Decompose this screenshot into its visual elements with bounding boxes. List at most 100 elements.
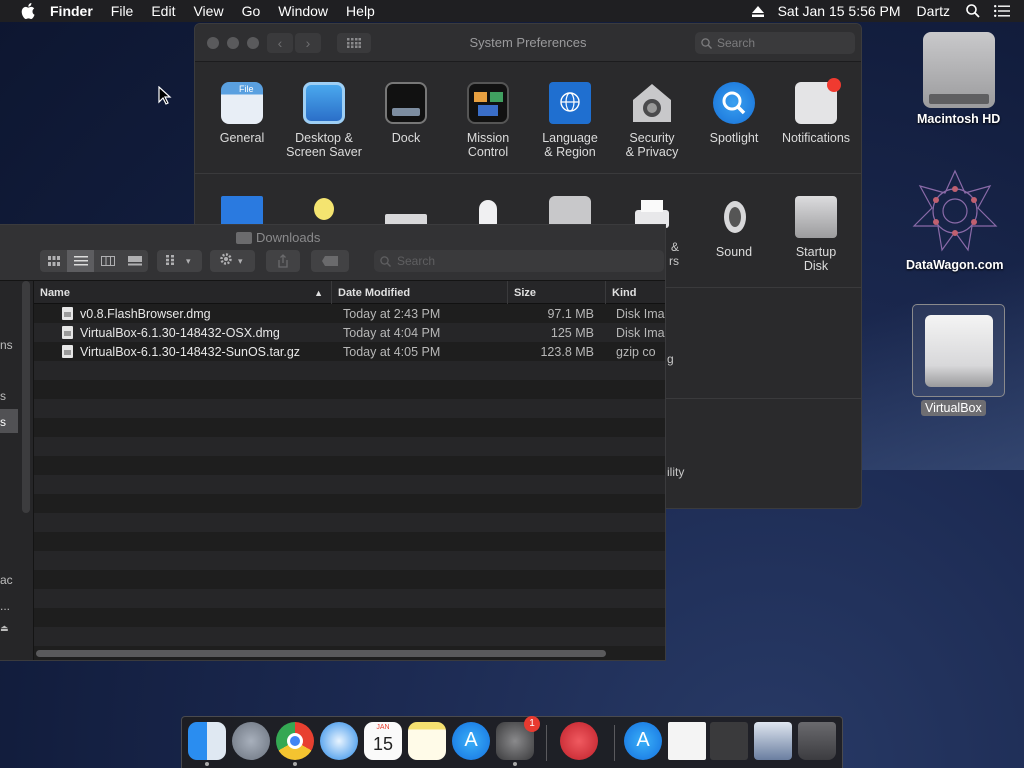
column-header-size[interactable]: Size bbox=[508, 281, 606, 304]
sidebar-scrollbar[interactable] bbox=[22, 281, 30, 513]
finder-title-text: Downloads bbox=[256, 230, 321, 245]
apple-menu-icon[interactable] bbox=[20, 3, 36, 19]
virtualbox-label[interactable]: VirtualBox bbox=[921, 400, 986, 416]
spotlight-icon bbox=[713, 82, 755, 124]
trash-icon[interactable] bbox=[798, 722, 836, 760]
gallery-view-button[interactable] bbox=[121, 250, 148, 272]
column-view-button[interactable] bbox=[94, 250, 121, 272]
group-button[interactable]: ▾ bbox=[157, 250, 202, 272]
pref-general[interactable]: File General bbox=[201, 62, 283, 173]
pref-label: Desktop & Screen Saver bbox=[286, 131, 362, 159]
menu-help[interactable]: Help bbox=[346, 3, 375, 19]
menu-view[interactable]: View bbox=[193, 3, 223, 19]
flash-browser-icon[interactable] bbox=[560, 722, 598, 760]
gz-archive-icon[interactable] bbox=[668, 722, 706, 760]
menu-finder[interactable]: Finder bbox=[50, 3, 93, 19]
sidebar-item-applications[interactable]: ns bbox=[0, 338, 13, 352]
pref-security-privacy[interactable]: Security & Privacy bbox=[611, 62, 693, 173]
mission-control-icon bbox=[467, 82, 509, 124]
pref-language-region[interactable]: Language & Region bbox=[529, 62, 611, 173]
pref-spotlight[interactable]: Spotlight bbox=[693, 62, 775, 173]
file-date: Today at 2:43 PM bbox=[343, 306, 441, 321]
pref-desktop-screen-saver[interactable]: Desktop & Screen Saver bbox=[283, 62, 365, 173]
column-header-date[interactable]: Date Modified bbox=[332, 281, 508, 304]
sidebar-item-documents[interactable]: s bbox=[0, 389, 6, 403]
chevron-down-icon: ▾ bbox=[186, 255, 191, 266]
dock: JAN 15 A 1 A bbox=[181, 716, 843, 768]
table-row[interactable]: v0.8.FlashBrowser.dmg Today at 2:43 PM 9… bbox=[34, 304, 665, 323]
finder-dock-icon[interactable] bbox=[188, 722, 226, 760]
desktop-icon-virtualbox-selection[interactable] bbox=[912, 304, 1005, 397]
sidebar-item-more[interactable]: ... bbox=[0, 599, 10, 613]
macintosh-hd-label: Macintosh HD bbox=[917, 112, 1001, 126]
notification-center-icon[interactable] bbox=[994, 5, 1010, 17]
menu-edit[interactable]: Edit bbox=[151, 3, 175, 19]
notification-badge: 1 bbox=[524, 716, 540, 732]
calendar-icon[interactable]: JAN 15 bbox=[364, 722, 402, 760]
eject-icon[interactable] bbox=[751, 5, 764, 17]
running-indicator bbox=[293, 762, 297, 766]
file-date: Today at 4:04 PM bbox=[343, 325, 441, 340]
file-list: Name ▲ Date Modified Size Kind v0.8.Flas… bbox=[34, 281, 665, 660]
pref-dock[interactable]: Dock bbox=[365, 62, 447, 173]
pref-startup-disk[interactable]: Startup Disk bbox=[775, 174, 857, 287]
user-menu[interactable]: Dartz bbox=[917, 3, 950, 19]
pref-label: Language & Region bbox=[542, 131, 598, 159]
tags-button[interactable] bbox=[311, 250, 349, 272]
desktop-icon-datawagon[interactable]: DataWagon.com bbox=[906, 168, 1003, 272]
file-date: Today at 4:05 PM bbox=[343, 344, 441, 359]
menu-bar: Finder File Edit View Go Window Help Sat… bbox=[0, 0, 1024, 22]
finder-toolbar: Downloads ▾ ▾ Search bbox=[0, 225, 665, 281]
pref-mission-control[interactable]: Mission Control bbox=[447, 62, 529, 173]
spotlight-search-icon[interactable] bbox=[966, 4, 980, 18]
notes-icon[interactable] bbox=[408, 722, 446, 760]
file-rows: v0.8.FlashBrowser.dmg Today at 2:43 PM 9… bbox=[34, 304, 665, 660]
sysprefs-search-input[interactable]: Search bbox=[695, 32, 855, 54]
icon-view-button[interactable] bbox=[40, 250, 67, 272]
sidebar-item-mac[interactable]: ac bbox=[0, 573, 13, 587]
pref-sound[interactable]: Sound bbox=[693, 174, 775, 287]
column-header-name-label: Name bbox=[40, 286, 70, 299]
dmg-file-icon bbox=[62, 326, 73, 339]
horizontal-scrollbar[interactable] bbox=[36, 650, 606, 657]
action-button[interactable]: ▾ bbox=[210, 250, 255, 272]
applications-folder-icon[interactable]: A bbox=[624, 722, 662, 760]
list-view-button[interactable] bbox=[67, 250, 94, 272]
pref-label: Notifications bbox=[781, 131, 851, 145]
app-store-icon[interactable]: A bbox=[452, 722, 490, 760]
pref-label: Spotlight bbox=[709, 131, 759, 145]
desktop-icon-macintosh-hd[interactable]: Macintosh HD bbox=[917, 32, 1000, 126]
clock[interactable]: Sat Jan 15 5:56 PM bbox=[778, 3, 901, 19]
safari-compass-icon[interactable] bbox=[320, 722, 358, 760]
eject-icon[interactable]: ⏏ bbox=[0, 623, 9, 634]
search-placeholder: Search bbox=[397, 254, 436, 268]
pref-notifications[interactable]: Notifications bbox=[775, 62, 857, 173]
pref-label: General bbox=[219, 131, 265, 145]
column-header-size-label: Size bbox=[514, 286, 537, 299]
finder-search-input[interactable]: Search bbox=[374, 250, 664, 272]
list-icon bbox=[73, 256, 88, 266]
finder-title: Downloads bbox=[236, 230, 320, 245]
downloads-stack-icon[interactable] bbox=[710, 722, 748, 760]
file-name: VirtualBox-6.1.30-148432-SunOS.tar.gz bbox=[80, 344, 301, 359]
running-indicator bbox=[205, 762, 209, 766]
sidebar-item-downloads[interactable]: s bbox=[0, 415, 6, 429]
system-preferences-gear-icon[interactable]: 1 bbox=[496, 716, 540, 760]
menu-go[interactable]: Go bbox=[242, 3, 261, 19]
column-header-name[interactable]: Name ▲ bbox=[34, 281, 332, 304]
column-header-kind[interactable]: Kind bbox=[606, 281, 665, 304]
menu-file[interactable]: File bbox=[111, 3, 134, 19]
chevron-down-icon: ▾ bbox=[238, 255, 243, 266]
table-row[interactable]: VirtualBox-6.1.30-148432-OSX.dmg Today a… bbox=[34, 323, 665, 342]
running-indicator bbox=[513, 762, 517, 766]
launchpad-rocket-icon[interactable] bbox=[232, 722, 270, 760]
general-icon: File bbox=[221, 82, 263, 124]
virtualbox-stack-icon[interactable] bbox=[754, 722, 792, 760]
hard-drive-icon bbox=[922, 32, 995, 108]
menu-window[interactable]: Window bbox=[278, 3, 328, 19]
chrome-icon[interactable] bbox=[276, 722, 314, 760]
share-button[interactable] bbox=[266, 250, 300, 272]
calendar-day: 15 bbox=[372, 734, 394, 754]
table-row[interactable]: VirtualBox-6.1.30-148432-SunOS.tar.gz To… bbox=[34, 342, 665, 361]
folder-icon bbox=[236, 231, 252, 244]
